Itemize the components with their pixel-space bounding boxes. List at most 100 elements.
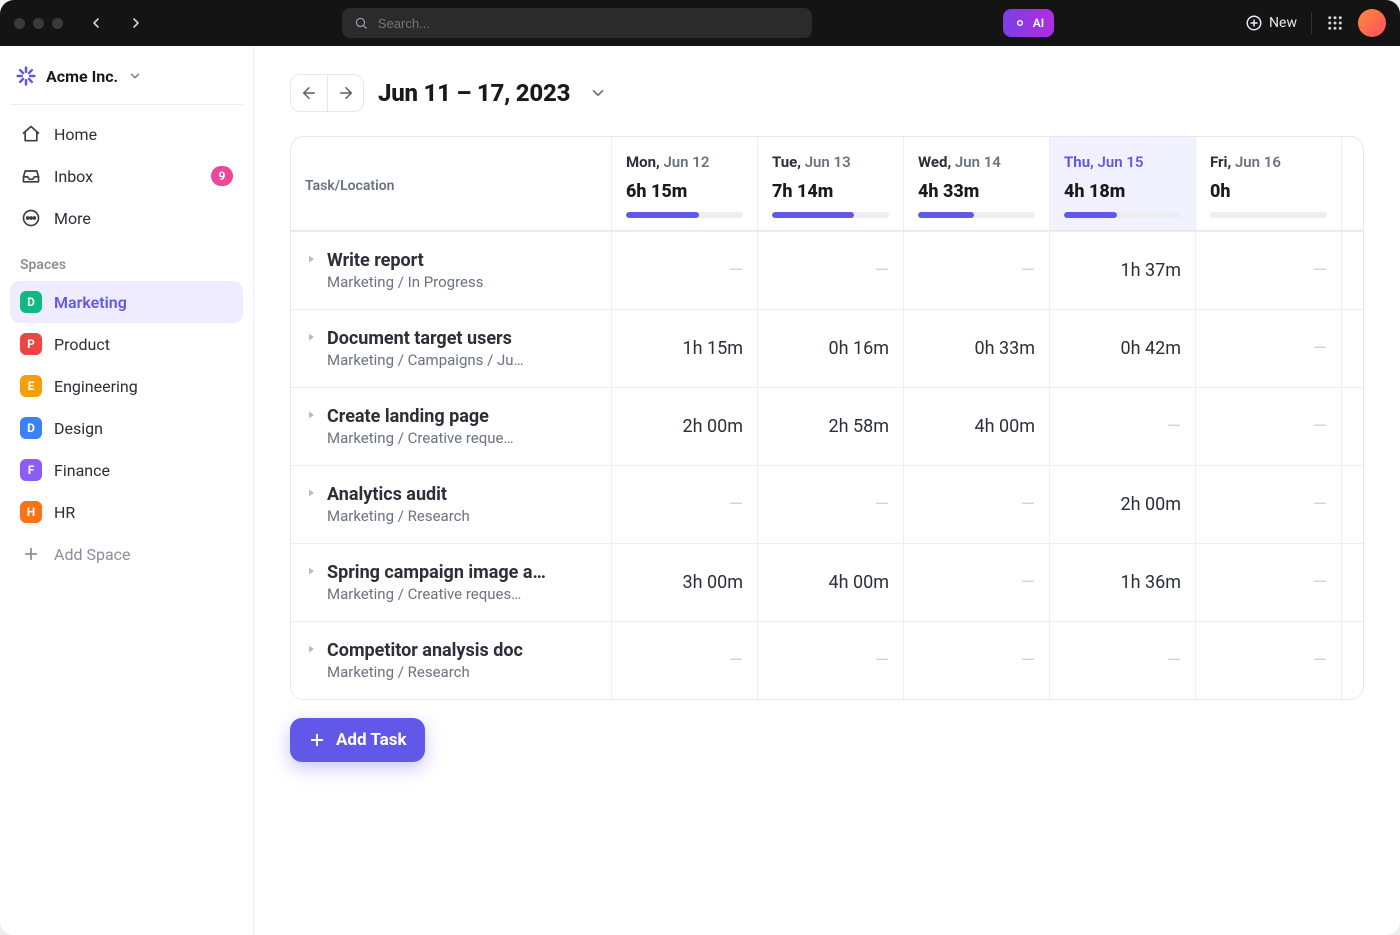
new-button[interactable]: New (1245, 14, 1297, 32)
time-cell[interactable]: — (903, 466, 1049, 543)
time-cell[interactable]: 2h 00m (1049, 466, 1195, 543)
task-cell[interactable]: Document target usersMarketing / Campaig… (291, 310, 611, 387)
empty-value: — (875, 260, 889, 281)
sidebar-space-item[interactable]: HHR (10, 491, 243, 533)
time-cell[interactable]: — (1049, 622, 1195, 699)
time-cell[interactable]: — (1195, 388, 1341, 465)
search-input[interactable] (376, 15, 800, 32)
nav-forward-button[interactable] (121, 8, 151, 38)
task-name: Competitor analysis doc (327, 640, 523, 661)
traffic-min-icon[interactable] (33, 18, 44, 29)
day-dow: Fri, (1210, 153, 1231, 171)
task-name: Write report (327, 250, 483, 271)
time-cell[interactable]: 0h 16m (757, 310, 903, 387)
apps-button[interactable] (1326, 14, 1344, 32)
sidebar-space-item[interactable]: EEngineering (10, 365, 243, 407)
time-cell[interactable]: — (611, 622, 757, 699)
time-cell[interactable]: — (611, 466, 757, 543)
time-cell[interactable]: — (903, 232, 1049, 309)
time-cell-overflow (1341, 544, 1364, 621)
time-cell[interactable]: — (1195, 466, 1341, 543)
sidebar-space-item[interactable]: PProduct (10, 323, 243, 365)
space-color-icon: D (20, 417, 42, 439)
ai-button[interactable]: AI (1003, 9, 1054, 37)
column-header-day[interactable]: Tue, Jun 137h 14m (757, 137, 903, 230)
time-cell[interactable]: — (903, 544, 1049, 621)
task-cell[interactable]: Create landing pageMarketing / Creative … (291, 388, 611, 465)
time-cell[interactable]: 1h 36m (1049, 544, 1195, 621)
column-header-day[interactable]: Thu, Jun 154h 18m (1049, 137, 1195, 230)
time-cell-overflow (1341, 232, 1364, 309)
time-cell[interactable]: — (903, 622, 1049, 699)
expand-icon[interactable] (305, 331, 317, 343)
nav-back-button[interactable] (81, 8, 111, 38)
expand-icon[interactable] (305, 253, 317, 265)
expand-icon[interactable] (305, 409, 317, 421)
time-cell[interactable]: 4h 00m (903, 388, 1049, 465)
empty-value: — (1313, 260, 1327, 281)
sidebar-space-item[interactable]: DMarketing (10, 281, 243, 323)
sidebar: Acme Inc. Home Inbox 9 (0, 46, 254, 935)
task-cell[interactable]: Write reportMarketing / In Progress (291, 232, 611, 309)
workspace-switcher[interactable]: Acme Inc. (10, 56, 243, 96)
inbox-icon (20, 165, 42, 187)
expand-icon[interactable] (305, 643, 317, 655)
date-range-picker[interactable] (584, 79, 612, 107)
traffic-max-icon[interactable] (52, 18, 63, 29)
column-header-day[interactable]: Mon, Jun 126h 15m (611, 137, 757, 230)
column-header-day[interactable]: Wed, Jun 144h 33m (903, 137, 1049, 230)
time-cell[interactable]: 1h 37m (1049, 232, 1195, 309)
chevron-down-icon (128, 69, 142, 83)
expand-icon[interactable] (305, 565, 317, 577)
sidebar-space-item[interactable]: FFinance (10, 449, 243, 491)
time-cell[interactable]: — (1195, 544, 1341, 621)
time-cell[interactable]: 0h 33m (903, 310, 1049, 387)
time-cell[interactable]: 4h 00m (757, 544, 903, 621)
sidebar-item-more[interactable]: More (10, 197, 243, 239)
time-cell[interactable]: — (757, 622, 903, 699)
time-cell[interactable]: 3h 00m (611, 544, 757, 621)
task-cell[interactable]: Competitor analysis docMarketing / Resea… (291, 622, 611, 699)
time-cell[interactable]: 2h 58m (757, 388, 903, 465)
global-search[interactable] (342, 8, 812, 38)
time-cell-overflow (1341, 466, 1364, 543)
time-cell[interactable]: 0h 42m (1049, 310, 1195, 387)
empty-value: — (875, 650, 889, 671)
task-cell[interactable]: Spring campaign image a…Marketing / Crea… (291, 544, 611, 621)
time-cell[interactable]: — (611, 232, 757, 309)
next-week-button[interactable] (327, 75, 363, 111)
sidebar-item-label: Home (54, 125, 97, 144)
task-path: Marketing / Campaigns / Ju… (327, 351, 524, 369)
empty-value: — (1021, 260, 1035, 281)
time-cell[interactable]: — (1195, 310, 1341, 387)
timesheet-row: Spring campaign image a…Marketing / Crea… (291, 543, 1363, 621)
time-cell[interactable]: — (1195, 622, 1341, 699)
traffic-close-icon[interactable] (14, 18, 25, 29)
task-cell[interactable]: Analytics auditMarketing / Research (291, 466, 611, 543)
time-cell[interactable]: — (1049, 388, 1195, 465)
window-traffic-lights (14, 18, 63, 29)
time-cell[interactable]: — (757, 232, 903, 309)
add-task-button[interactable]: Add Task (290, 718, 425, 762)
sidebar-item-home[interactable]: Home (10, 113, 243, 155)
day-progress-bar (918, 212, 1035, 218)
sidebar-space-item[interactable]: DDesign (10, 407, 243, 449)
add-space-button[interactable]: Add Space (10, 533, 243, 575)
prev-week-button[interactable] (291, 75, 327, 111)
day-progress-bar (626, 212, 743, 218)
time-cell[interactable]: 2h 00m (611, 388, 757, 465)
chevron-right-icon (128, 15, 144, 31)
expand-icon[interactable] (305, 487, 317, 499)
space-label: HR (54, 503, 75, 522)
plus-icon (308, 731, 326, 749)
time-cell-overflow (1341, 388, 1364, 465)
empty-value: — (1313, 650, 1327, 671)
sidebar-item-inbox[interactable]: Inbox 9 (10, 155, 243, 197)
user-avatar[interactable] (1358, 9, 1386, 37)
add-space-label: Add Space (54, 545, 131, 564)
column-header-day[interactable]: Fri, Jun 160h (1195, 137, 1341, 230)
time-cell[interactable]: 1h 15m (611, 310, 757, 387)
time-cell[interactable]: — (1195, 232, 1341, 309)
time-cell[interactable]: — (757, 466, 903, 543)
empty-value: — (729, 650, 743, 671)
